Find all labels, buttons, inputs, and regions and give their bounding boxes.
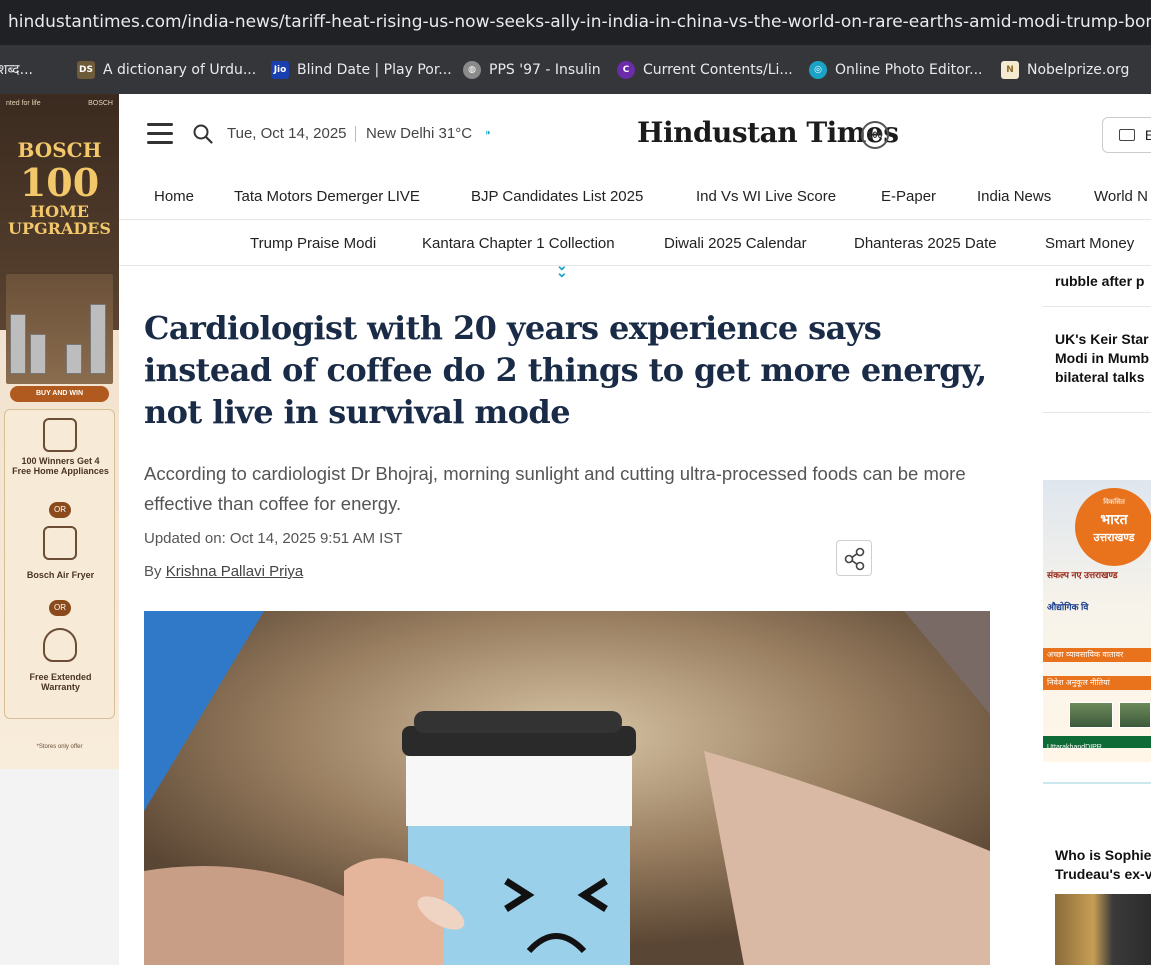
rail-story-card[interactable]: Who is Sophie Trudeau's ex-v xyxy=(1043,782,1151,965)
ad-line: UPGRADES xyxy=(8,219,111,238)
photo-editor-icon: ◎ xyxy=(809,60,827,79)
rail-story[interactable]: UK's Keir Star xyxy=(1055,330,1151,349)
site-logo[interactable]: Hindustan Times xyxy=(637,116,899,149)
bookmark-label: PPS '97 - Insulin xyxy=(489,61,601,78)
jio-icon: Jio xyxy=(271,60,289,79)
bookmark-item[interactable]: ◍ PPS '97 - Insulin xyxy=(463,45,601,94)
trending-nav: Trump Praise Modi Kantara Chapter 1 Coll… xyxy=(119,220,1151,266)
bookmark-item[interactable]: N Nobelprize.org xyxy=(1001,45,1129,94)
updated-timestamp: Updated on: Oct 14, 2025 9:51 AM IST xyxy=(144,530,403,547)
ad-line: BOSCH xyxy=(17,138,102,162)
bookmark-label: Online Photo Editor... xyxy=(835,61,983,78)
address-bar[interactable]: hindustantimes.com/india-news/tariff-hea… xyxy=(0,0,1151,45)
story-thumbnail xyxy=(1055,894,1151,965)
bookmarks-bar: शब्द... DS A dictionary of Urdu... Jio B… xyxy=(0,45,1151,94)
air-fryer-icon xyxy=(43,526,77,560)
article-headline: Cardiologist with 20 years experience sa… xyxy=(144,309,987,431)
bookmark-label: Blind Date | Play Por... xyxy=(297,61,452,78)
primary-nav: Home Tata Motors Demerger LIVE BJP Candi… xyxy=(119,174,1151,220)
ad-or: OR xyxy=(49,502,71,518)
article-summary: According to cardiologist Dr Bhojraj, mo… xyxy=(144,463,966,514)
nav-link-bjp-candidates[interactable]: BJP Candidates List 2025 xyxy=(471,188,643,205)
trending-link[interactable]: Dhanteras 2025 Date xyxy=(854,235,997,252)
logo-badge: 100 xyxy=(861,121,889,149)
byline-prefix: By xyxy=(144,563,162,580)
web-page: nted for life BOSCH BOSCH 100 HOME UPGRA… xyxy=(0,94,1151,965)
bookmark-item[interactable]: शब्द... xyxy=(0,45,33,94)
appliance-icon xyxy=(43,418,77,452)
weather-icon: ⁍ xyxy=(485,126,491,140)
kitchen-image xyxy=(6,274,113,384)
ad-tagline: nted for life xyxy=(6,100,41,107)
ad-line: 100 xyxy=(19,160,100,205)
ad-seal-mid: भारत xyxy=(1100,511,1128,527)
trending-link[interactable]: Smart Money xyxy=(1045,235,1134,252)
ad-offer: 100 Winners Get 4 Free Home Appliances xyxy=(12,456,109,476)
share-button[interactable] xyxy=(836,540,872,576)
ad-handle: UttarakhandDIPR xyxy=(1047,744,1102,751)
uttarakhand-ad[interactable]: विकसित भारत उत्तराखण्ड संकल्प नए उत्तराख… xyxy=(1043,480,1151,762)
ad-brand: BOSCH xyxy=(88,100,113,107)
rail-story: Trudeau's ex-v xyxy=(1055,866,1151,882)
newspaper-icon xyxy=(1119,129,1135,142)
ad-footnote: *Stores only offer xyxy=(36,744,83,750)
ad-cta: BUY AND WIN xyxy=(10,386,109,402)
site-header: Tue, Oct 14, 2025 New Delhi 31°C ⁍ Hindu… xyxy=(119,94,1151,174)
nav-link-home[interactable]: Home xyxy=(154,188,194,205)
nav-link-ind-vs-wi[interactable]: Ind Vs WI Live Score xyxy=(696,188,836,205)
bookmark-label: Nobelprize.org xyxy=(1027,61,1130,78)
globe-icon: ◍ xyxy=(463,60,481,79)
epaper-button[interactable]: E xyxy=(1102,117,1151,153)
ad-tagline: संकल्प नए उत्तराखण्ड xyxy=(1047,570,1118,580)
bookmark-item[interactable]: DS A dictionary of Urdu... xyxy=(77,45,256,94)
clarivate-icon: C xyxy=(617,60,635,79)
nav-link-world-news[interactable]: World N xyxy=(1094,188,1148,205)
ad-seal-top: विकसित xyxy=(1103,499,1125,506)
bookmark-item[interactable]: Jio Blind Date | Play Por... xyxy=(271,45,452,94)
rail-story: Who is Sophie xyxy=(1055,847,1151,863)
search-icon[interactable] xyxy=(193,124,213,144)
ad-seal-name: उत्तराखण्ड xyxy=(1093,532,1135,544)
trending-link[interactable]: Diwali 2025 Calendar xyxy=(664,235,807,252)
current-date: Tue, Oct 14, 2025 xyxy=(227,125,347,142)
ad-offer: Free Extended Warranty xyxy=(29,672,92,692)
rail-story[interactable]: Modi in Mumb xyxy=(1055,349,1151,368)
ad-seal: विकसित भारत उत्तराखण्ड xyxy=(1075,488,1151,566)
bookmark-label: शब्द... xyxy=(0,62,33,78)
epaper-button-label: E xyxy=(1144,127,1151,144)
ad-offer: Bosch Air Fryer xyxy=(26,570,95,580)
rail-story[interactable]: bilateral talks xyxy=(1055,368,1151,387)
nav-link-epaper[interactable]: E-Paper xyxy=(881,188,936,205)
bookmark-label: Current Contents/Li... xyxy=(643,61,793,78)
trending-link[interactable]: Trump Praise Modi xyxy=(250,235,376,252)
dsal-icon: DS xyxy=(77,60,95,79)
ad-or: OR xyxy=(49,600,71,616)
nav-link-tata-motors[interactable]: Tata Motors Demerger LIVE xyxy=(234,188,420,205)
ad-band: निवेश अनुकूल नीतियां xyxy=(1043,676,1151,690)
ad-row: औद्योगिक वि xyxy=(1047,602,1089,612)
article-hero-image xyxy=(144,611,990,965)
bosch-ad[interactable]: nted for life BOSCH BOSCH 100 HOME UPGRA… xyxy=(0,94,119,769)
ad-band: अच्छा व्यावसायिक वातावर xyxy=(1043,648,1151,662)
bookmark-item[interactable]: ◎ Online Photo Editor... xyxy=(809,45,983,94)
share-icon xyxy=(844,547,865,571)
bookmark-item[interactable]: C Current Contents/Li... xyxy=(617,45,793,94)
shield-icon xyxy=(43,628,77,662)
menu-icon[interactable] xyxy=(147,123,173,145)
bookmark-label: A dictionary of Urdu... xyxy=(103,61,257,78)
expand-chevron-icon[interactable]: ⌄ ⌄ xyxy=(556,258,568,279)
byline: By Krishna Pallavi Priya xyxy=(144,563,303,580)
author-link[interactable]: Krishna Pallavi Priya xyxy=(166,563,304,580)
weather-text: New Delhi 31°C xyxy=(366,125,473,142)
nav-link-india-news[interactable]: India News xyxy=(977,188,1051,205)
nobel-icon: N xyxy=(1001,60,1019,79)
trending-link[interactable]: Kantara Chapter 1 Collection xyxy=(422,235,615,252)
rail-story[interactable]: rubble after p xyxy=(1055,272,1151,291)
